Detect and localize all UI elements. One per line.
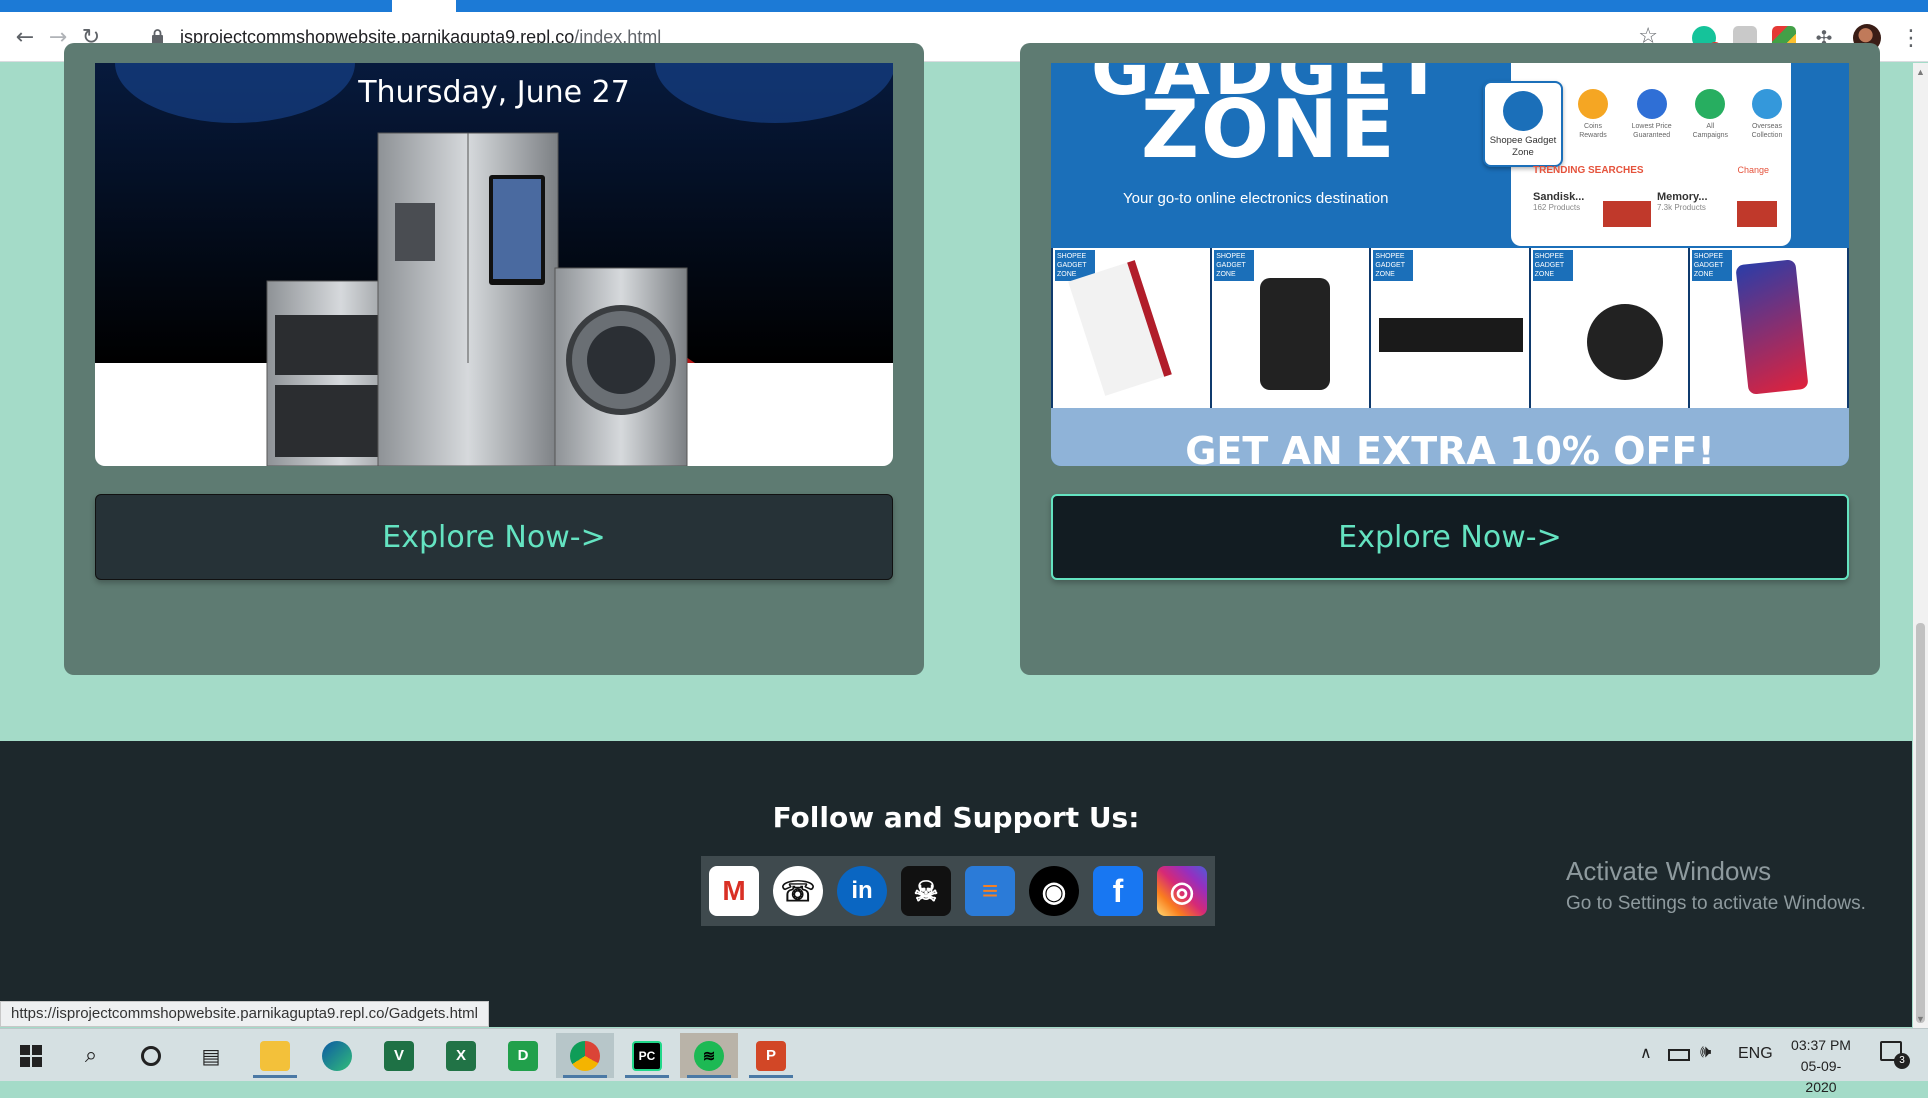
coins-rewards: Coins Rewards — [1573, 89, 1613, 140]
facebook-icon[interactable]: f — [1093, 866, 1143, 916]
banner-promo: GET AN EXTRA 10% OFF! — [1185, 429, 1715, 466]
change-link: Change — [1737, 165, 1769, 175]
phone-image — [1735, 259, 1809, 395]
monitor-icon — [1503, 91, 1543, 131]
tab-strip — [0, 0, 1928, 12]
campaigns-icon — [1695, 89, 1726, 119]
chrome-icon[interactable] — [556, 1033, 614, 1078]
link-status-bar: https://isprojectcommshopwebsite.parnika… — [0, 1001, 489, 1027]
watermark-title: Activate Windows — [1566, 856, 1772, 886]
scroll-down-arrow[interactable]: ▼ — [1916, 1014, 1925, 1024]
banner-title: ZONE — [1141, 83, 1397, 176]
spotify-icon[interactable]: ≋ — [680, 1033, 738, 1078]
system-clock[interactable]: 03:37 PM 05-09-2020 — [1786, 1035, 1856, 1098]
gadget-zone-banner[interactable]: GADGET ZONE Your go-to online electronic… — [1051, 63, 1849, 466]
cortana-icon[interactable] — [122, 1033, 180, 1078]
active-tab[interactable] — [392, 0, 456, 12]
edge-icon[interactable] — [308, 1033, 366, 1078]
tile-phone: SHOPEE GADGET ZONE — [1689, 248, 1848, 408]
product-card-gadgets: GADGET ZONE Your go-to online electronic… — [1020, 43, 1880, 675]
scrollbar-thumb[interactable] — [1916, 623, 1925, 1023]
coins-icon — [1578, 89, 1608, 119]
sandisk-thumb — [1603, 201, 1651, 227]
start-button[interactable] — [2, 1033, 60, 1078]
search-icon[interactable]: ⌕ — [62, 1033, 120, 1078]
instagram-icon[interactable]: ◎ — [1157, 866, 1207, 916]
page-scrollbar[interactable]: ▲ ▼ — [1913, 63, 1928, 1028]
dev-app-icon[interactable]: D — [494, 1033, 552, 1078]
stackoverflow-icon[interactable]: ≡ — [965, 866, 1015, 916]
social-links: M ☏ in ☠ ≡ ◉ f ◎ — [701, 856, 1215, 926]
trending-item: Memory... 7.3k Products — [1657, 191, 1777, 227]
browser-menu-icon[interactable]: ⋮ — [1900, 26, 1922, 51]
phone-icon[interactable]: ☏ — [773, 866, 823, 916]
price-icon — [1636, 89, 1667, 119]
explore-now-button-appliances[interactable]: Explore Now-> — [95, 494, 893, 580]
explore-now-button-gadgets[interactable]: Explore Now-> — [1051, 494, 1849, 580]
banner-caption: Thursday, June 27 — [358, 75, 630, 110]
task-view-icon[interactable]: ▤ — [182, 1033, 240, 1078]
clock-time: 03:37 PM — [1791, 1037, 1851, 1053]
volume-icon[interactable]: 🕪 — [1700, 1041, 1711, 1062]
power-bank-image — [1068, 260, 1172, 396]
tray-chevron-icon[interactable]: ∧ — [1640, 1043, 1652, 1062]
memory-thumb — [1737, 201, 1777, 227]
lock-icon — [152, 29, 163, 44]
speaker-image — [1260, 278, 1331, 390]
overseas-icon — [1751, 89, 1782, 119]
excel-alt-icon[interactable]: V — [370, 1033, 428, 1078]
product-tiles: SHOPEE GADGET ZONE SHOPEE GADGET ZONE SH… — [1051, 248, 1849, 408]
github-icon[interactable]: ◉ — [1029, 866, 1079, 916]
back-button[interactable]: ← — [12, 24, 38, 50]
overseas-collection: Overseas Collection — [1747, 89, 1787, 140]
lowest-price: Lowest Price Guaranteed — [1630, 89, 1674, 140]
language-indicator[interactable]: ENG — [1738, 1045, 1773, 1063]
windows-logo-icon — [20, 1044, 42, 1067]
watermark-subtitle: Go to Settings to activate Windows. — [1566, 893, 1866, 914]
tile-media-player: SHOPEE GADGET ZONE — [1371, 248, 1529, 408]
windows-taskbar: ⌕ ▤ V X D PC ≋ P ∧ 🕪 ENG 03:37 PM 05-09-… — [0, 1028, 1928, 1095]
gadget-zone-label: Shopee Gadget Zone — [1489, 135, 1557, 158]
feature-row: Coins Rewards Lowest Price Guaranteed Al… — [1573, 89, 1787, 140]
activate-windows-watermark: Activate Windows Go to Settings to activ… — [1566, 856, 1866, 915]
banner-subtitle: Your go-to online electronics destinatio… — [1123, 190, 1389, 207]
scroll-up-arrow[interactable]: ▲ — [1916, 67, 1925, 77]
product-card-appliances: Thursday, June 27 Explore Now-> — [64, 43, 924, 675]
hackerrank-icon[interactable]: ☠ — [901, 866, 951, 916]
tile-speaker: SHOPEE GADGET ZONE — [1212, 248, 1370, 408]
battery-icon[interactable] — [1668, 1049, 1690, 1061]
pycharm-icon[interactable]: PC — [618, 1033, 676, 1078]
trending-item: Sandisk... 162 Products — [1533, 191, 1653, 227]
all-campaigns: All Campaigns — [1690, 89, 1730, 140]
chromecast-image — [1586, 304, 1663, 380]
app-panel: Shopee Gadget Zone Coins Rewards Lowest … — [1483, 63, 1791, 246]
trending-label: TRENDING SEARCHES — [1533, 165, 1644, 176]
media-player-image — [1379, 318, 1524, 352]
notification-badge: 3 — [1894, 1053, 1910, 1069]
appliances-banner[interactable]: Thursday, June 27 — [95, 63, 893, 466]
linkedin-icon[interactable]: in — [837, 866, 887, 916]
excel-icon[interactable]: X — [432, 1033, 490, 1078]
gmail-icon[interactable]: M — [709, 866, 759, 916]
notification-center-icon[interactable]: 3 — [1880, 1041, 1910, 1069]
follow-heading: Follow and Support Us: — [772, 801, 1140, 834]
gadget-zone-tile: Shopee Gadget Zone — [1483, 81, 1563, 167]
tile-chromecast: SHOPEE GADGET ZONE — [1530, 248, 1688, 408]
powerpoint-icon[interactable]: P — [742, 1033, 800, 1078]
file-explorer-icon[interactable] — [246, 1033, 304, 1078]
tile-power-bank: SHOPEE GADGET ZONE — [1053, 248, 1211, 408]
clock-date: 05-09-2020 — [1800, 1058, 1842, 1095]
